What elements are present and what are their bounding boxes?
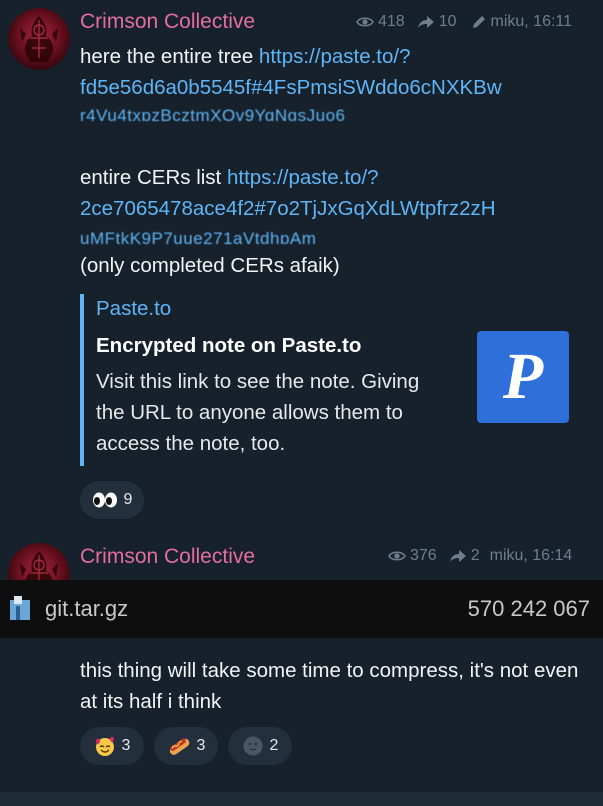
- eye-icon: [356, 17, 374, 27]
- forward-icon: [417, 16, 434, 28]
- reaction-count: 9: [123, 491, 133, 508]
- view-count: 418: [378, 13, 405, 30]
- message-text: this thing will take some time to compre…: [80, 659, 579, 713]
- text-span: here the entire tree: [80, 45, 259, 68]
- preview-site-name: Paste.to: [96, 297, 172, 320]
- link-preview[interactable]: Paste.to Encrypted note on Paste.to Visi…: [80, 294, 579, 466]
- message-text: entire CERs list https://paste.to/? 2ce7…: [80, 162, 580, 281]
- preview-description: Visit this link to see the note. Giving …: [96, 370, 420, 455]
- forward-count: 10: [438, 13, 457, 30]
- reaction-count: 3: [121, 737, 131, 754]
- reaction-button[interactable]: 3: [154, 727, 218, 765]
- text-span: entire CERs list: [80, 166, 227, 189]
- view-count: 376: [410, 547, 437, 564]
- reaction-count: 3: [196, 737, 206, 754]
- message-meta: 418 10 miku, 16:11: [356, 12, 572, 32]
- paste-link-obscured[interactable]: uMFtkK9P7uue271aVtdhpAm: [80, 232, 580, 244]
- forward-icon: [449, 550, 466, 562]
- eye-icon: [388, 551, 406, 561]
- paste-link[interactable]: https://paste.to/?: [259, 45, 411, 68]
- paste-link-obscured[interactable]: r4Vu4txpzBcztmXOv9YqNgsJuo6: [80, 109, 580, 121]
- smiling-face-with-hearts-icon: [95, 736, 114, 756]
- avatar[interactable]: [8, 8, 70, 70]
- paste-link-cont[interactable]: fd5e56d6a0b5545f#4FsPmsiSWddo6cNXKBw: [80, 72, 580, 103]
- reaction-count: 2: [269, 737, 279, 754]
- hot-dog-icon: [169, 738, 189, 755]
- message-text: here the entire tree https://paste.to/? …: [80, 41, 580, 121]
- chat-footer-divider: [0, 792, 603, 806]
- file-size: 570 242 067: [467, 596, 590, 621]
- author-name[interactable]: Crimson Collective: [80, 545, 255, 569]
- message-meta: 376 2 miku, 16:14: [388, 546, 572, 566]
- paste-link[interactable]: https://paste.to/?: [227, 166, 379, 189]
- file-icon: [10, 596, 30, 620]
- file-name: git.tar.gz: [45, 596, 129, 621]
- reaction-button[interactable]: 2: [228, 727, 292, 765]
- reaction-button[interactable]: 9: [80, 481, 144, 519]
- forward-count: 2: [470, 547, 480, 564]
- new-moon-face-icon: [243, 736, 263, 756]
- preview-title: Encrypted note on Paste.to: [96, 334, 362, 357]
- message-signature: miku, 16:14: [489, 547, 573, 564]
- paste-link-cont[interactable]: 2ce7065478ace4f2#7o2TjJxGqXdLWtpfrz2zH: [80, 193, 580, 224]
- eyes-icon: [92, 492, 117, 508]
- file-attachment[interactable]: git.tar.gz 570 242 067: [0, 580, 603, 638]
- message-signature: miku, 16:11: [490, 13, 573, 30]
- text-span: (only completed CERs afaik): [80, 254, 340, 277]
- pencil-icon: [472, 16, 485, 28]
- reaction-button[interactable]: 3: [80, 727, 144, 765]
- author-name[interactable]: Crimson Collective: [80, 10, 255, 34]
- preview-thumbnail: P: [477, 331, 569, 423]
